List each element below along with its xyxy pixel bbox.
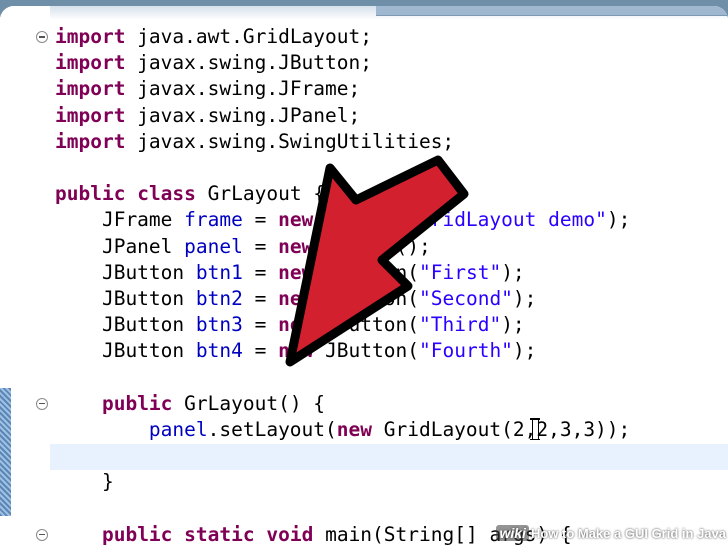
arrow-shape <box>285 155 469 367</box>
watermark-title: How to Make a GUI Grid in Java <box>530 525 726 541</box>
red-arrow-pointer-icon <box>285 155 469 367</box>
watermark: wiki How to Make a GUI Grid in Java <box>496 522 726 544</box>
wikihow-logo: wiki <box>496 525 529 541</box>
